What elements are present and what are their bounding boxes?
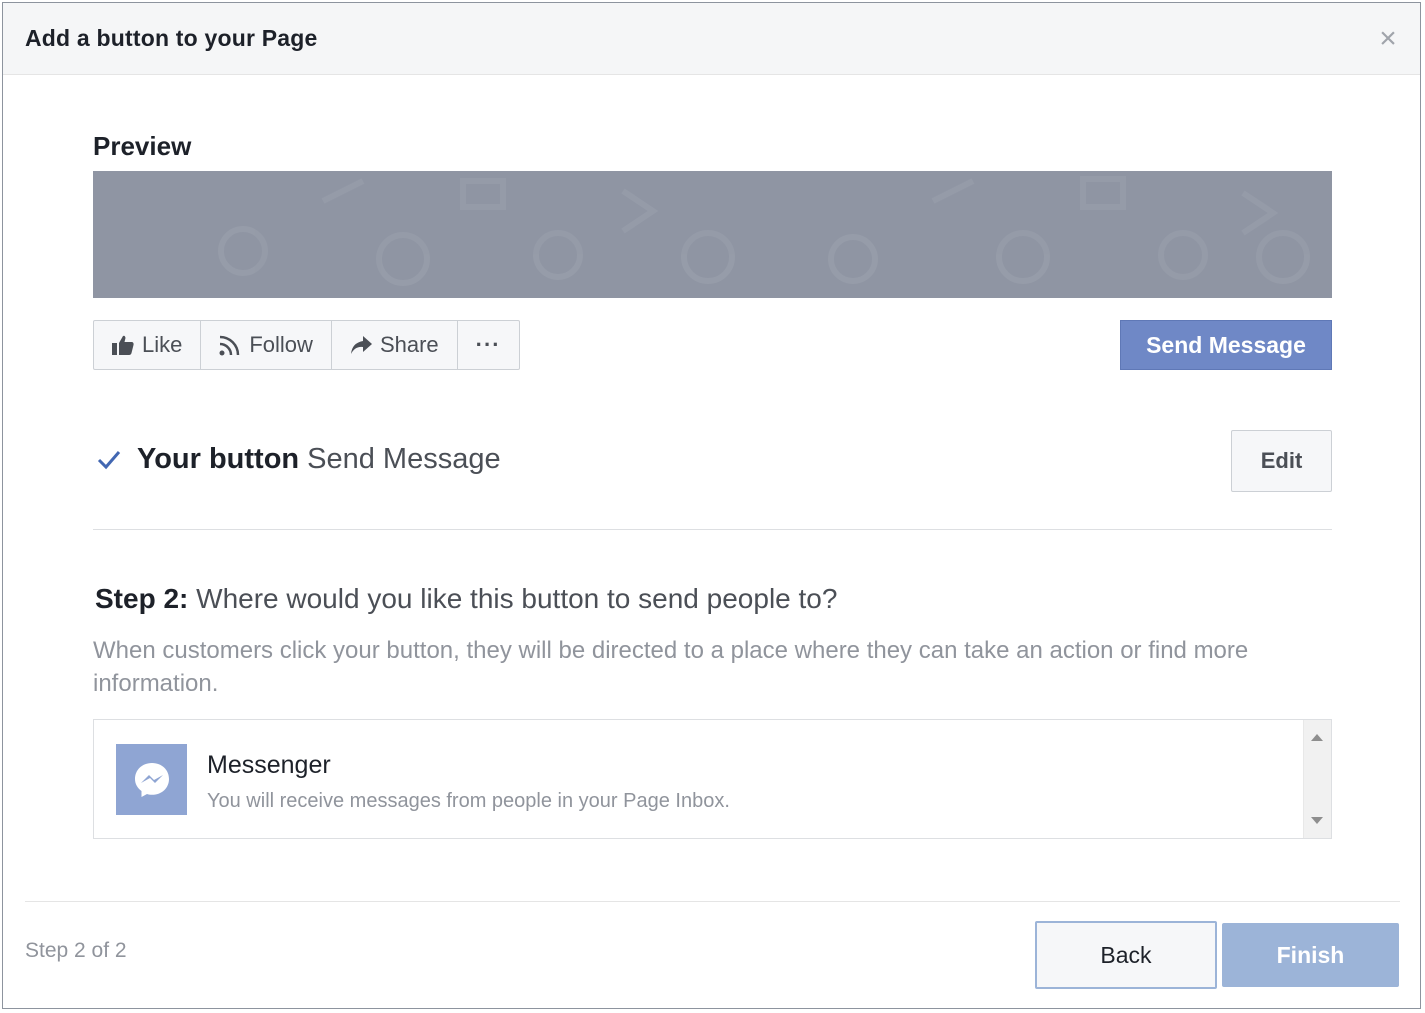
cover-pattern [218, 176, 1310, 286]
add-button-dialog: Add a button to your Page × Preview Like… [2, 2, 1421, 1009]
destination-option-list[interactable]: Messenger You will receive messages from… [93, 719, 1332, 839]
scroll-down-icon[interactable] [1311, 817, 1323, 824]
step-count: Step 2 of 2 [25, 939, 127, 962]
close-icon[interactable]: × [1374, 24, 1402, 54]
send-message-button[interactable]: Send Message [1120, 320, 1332, 370]
messenger-tile [116, 744, 187, 815]
dialog-header: Add a button to your Page × [3, 3, 1420, 75]
share-button[interactable]: Share [332, 321, 458, 369]
share-arrow-icon [350, 336, 372, 354]
option-scrollbar[interactable] [1303, 720, 1331, 838]
finish-button[interactable]: Finish [1222, 923, 1399, 987]
your-button-label: Your button [137, 443, 300, 475]
like-button[interactable]: Like [94, 321, 202, 369]
more-button[interactable]: ··· [458, 321, 519, 369]
scroll-up-icon[interactable] [1311, 734, 1323, 741]
section-divider [93, 529, 1332, 530]
follow-button[interactable]: Follow [201, 321, 332, 369]
option-description: You will receive messages from people in… [207, 790, 730, 812]
page-action-buttons: Like Follow Share ··· [93, 320, 520, 370]
edit-button[interactable]: Edit [1231, 430, 1332, 492]
your-button-summary: Your button Send Message [95, 443, 501, 476]
dialog-title: Add a button to your Page [25, 25, 318, 51]
step-heading: Step 2: Where would you like this button… [95, 583, 837, 615]
preview-heading: Preview [93, 131, 192, 161]
share-label: Share [379, 332, 439, 357]
back-button[interactable]: Back [1035, 921, 1217, 989]
step-description: When customers click your button, they w… [93, 637, 1249, 697]
step-prefix: Step 2: [95, 583, 189, 614]
messenger-icon [134, 762, 169, 797]
your-button-value: Send Message [307, 443, 501, 475]
footer-divider [25, 901, 1400, 902]
step-question: Where would you like this button to send… [196, 583, 838, 614]
checkmark-icon [97, 450, 121, 469]
thumbs-up-icon [112, 335, 134, 355]
option-title: Messenger [207, 751, 331, 779]
more-icon: ··· [475, 332, 501, 357]
rss-icon [219, 335, 240, 356]
like-label: Like [142, 332, 183, 357]
follow-label: Follow [249, 332, 313, 357]
cover-photo-preview [93, 171, 1332, 298]
